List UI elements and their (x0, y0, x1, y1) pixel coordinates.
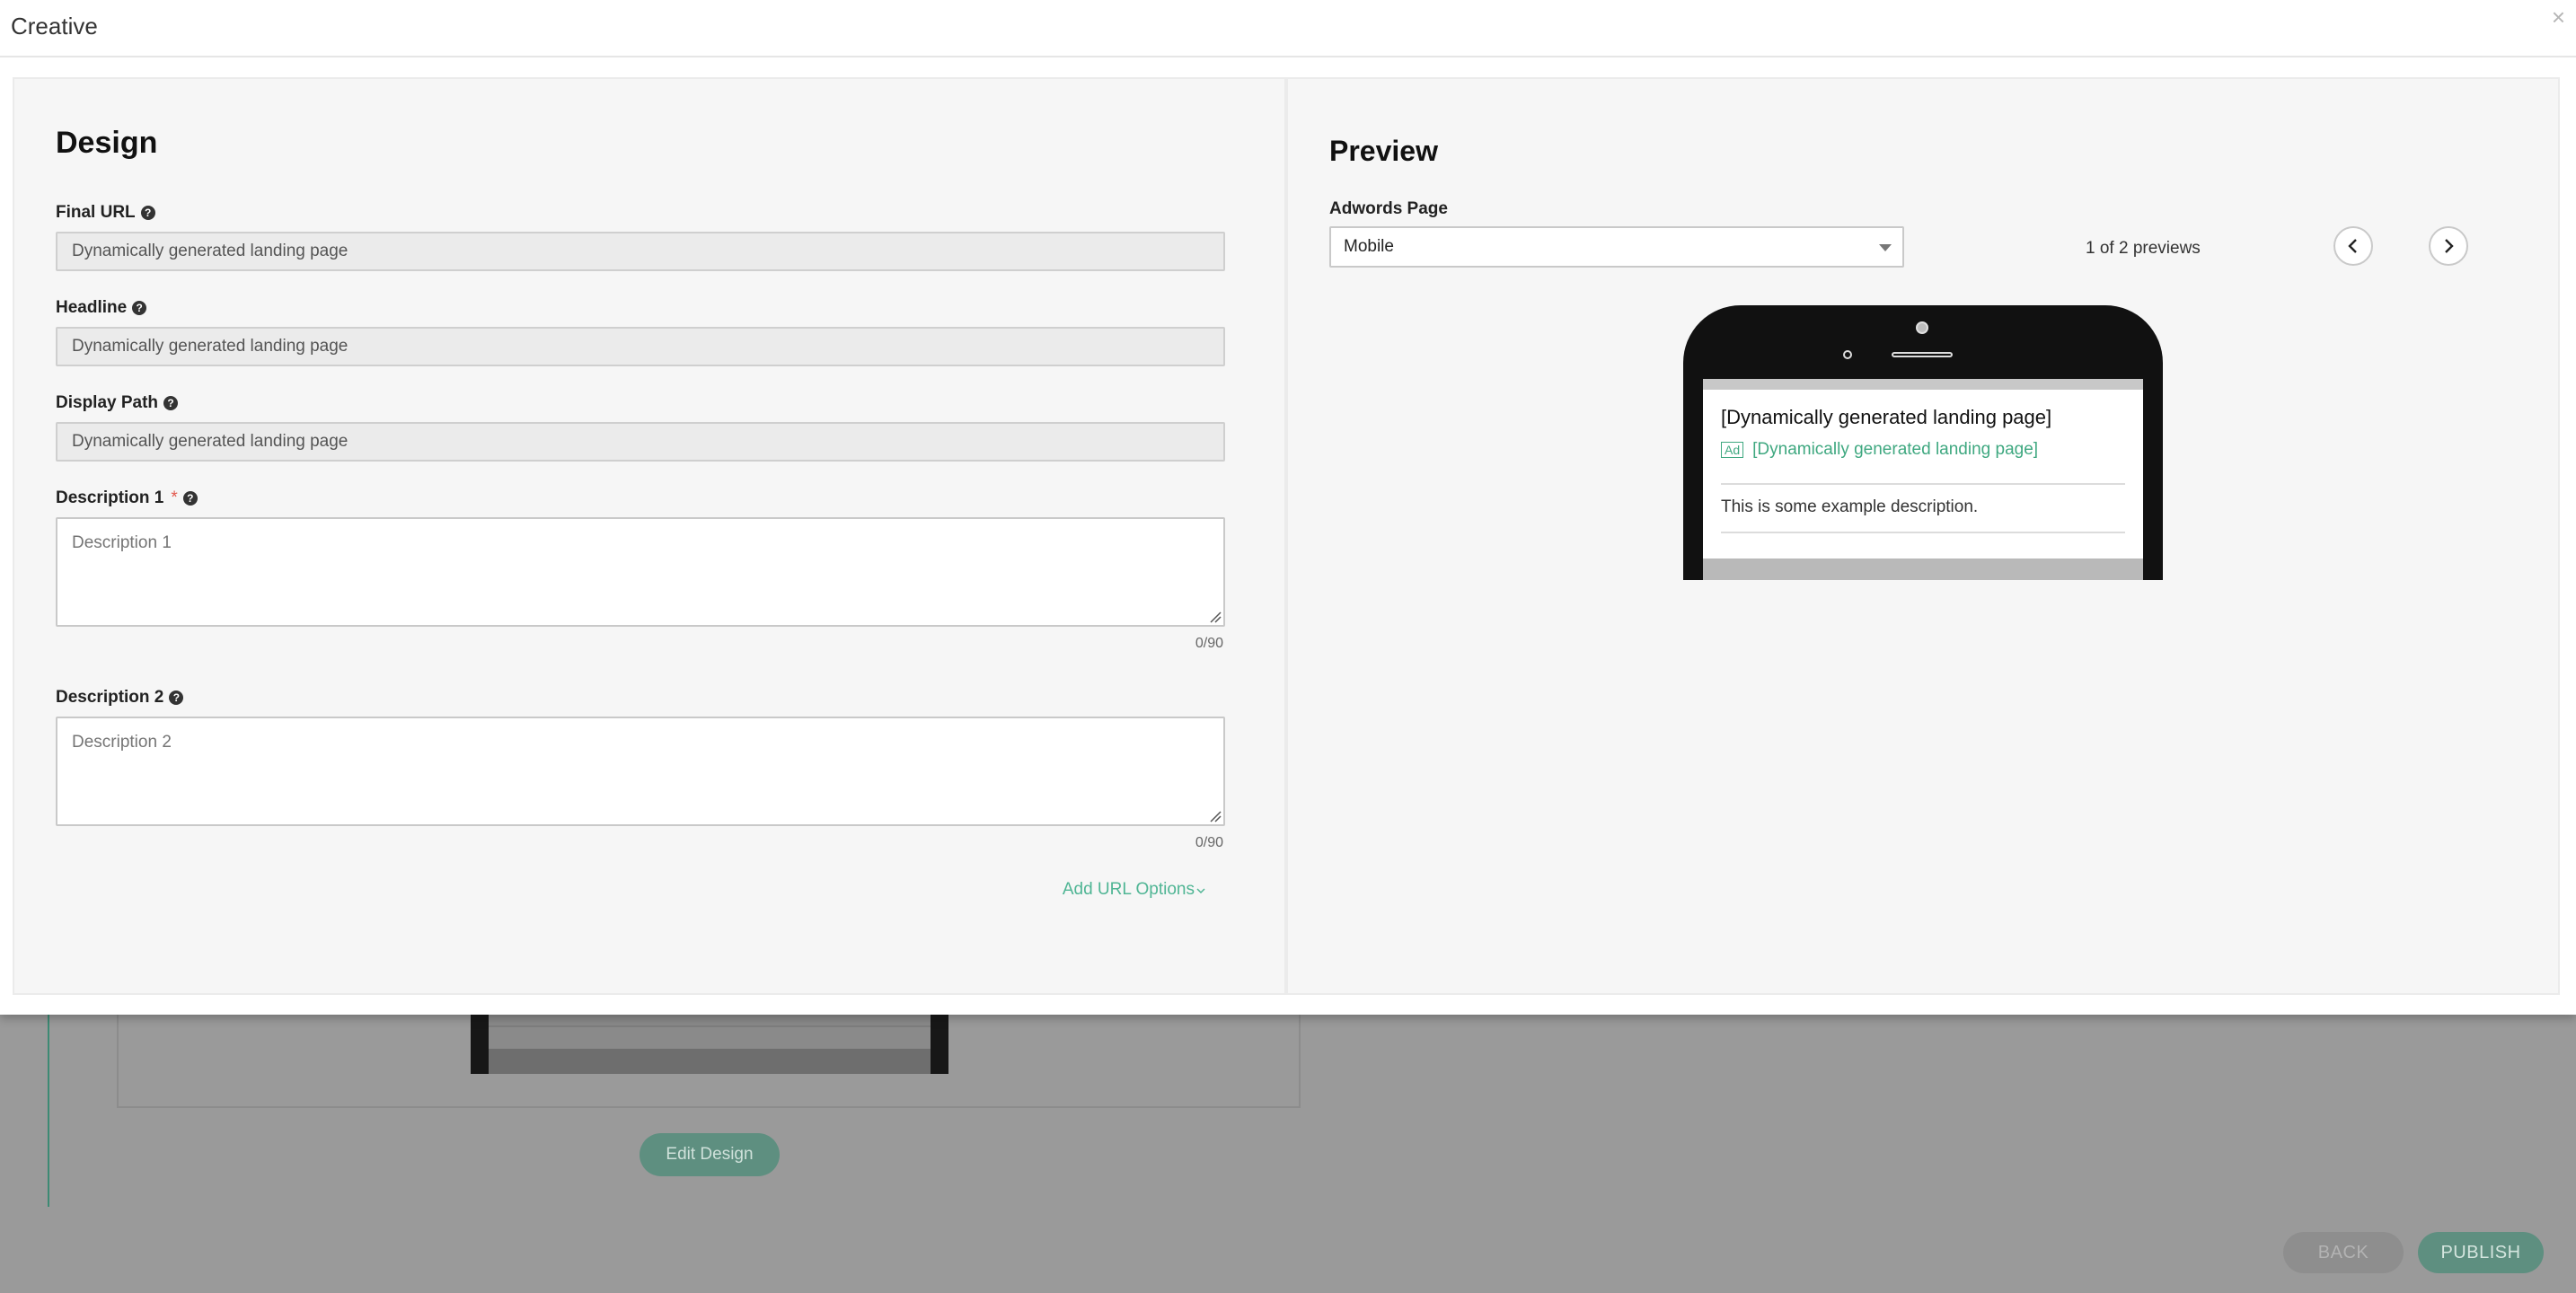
display-path-label: Display Path ? (56, 393, 179, 413)
screen-status-bar (1703, 379, 2143, 390)
back-button[interactable]: BACK (2283, 1232, 2404, 1273)
ad-description: This is some example description. (1721, 497, 1979, 516)
next-preview-button[interactable] (2429, 226, 2468, 266)
required-marker: * (171, 488, 178, 507)
description-1-textarea[interactable] (56, 517, 1225, 627)
description-2-counter: 0/90 (1195, 835, 1223, 850)
description-1-label: Description 1 * ? (56, 488, 198, 508)
question-circle-icon[interactable]: ? (169, 690, 184, 705)
description-2-label: Description 2 ? (56, 688, 184, 708)
mobile-phone-preview: [Dynamically generated landing page] Ad … (1683, 305, 2163, 580)
timeline-line (48, 1013, 49, 1207)
edit-design-button[interactable]: Edit Design (640, 1133, 780, 1176)
question-circle-icon[interactable]: ? (182, 491, 198, 506)
creative-modal: Creative × Design Final URL ? Headline ?… (0, 0, 2576, 1015)
question-circle-icon[interactable]: ? (140, 206, 155, 220)
description-2-textarea[interactable] (56, 717, 1225, 826)
add-url-options-link[interactable]: Add URL Options (1063, 880, 1205, 900)
previous-preview-button[interactable] (2333, 226, 2373, 266)
headline-input[interactable] (56, 327, 1225, 366)
phone-sensor (1843, 350, 1852, 359)
ad-badge: Ad (1721, 442, 1744, 458)
preview-panel: Preview Adwords Page Mobile 1 of 2 previ… (1286, 77, 2560, 995)
chevron-down-icon (1196, 888, 1205, 894)
modal-title: Creative (11, 13, 98, 40)
caret-down-icon (1879, 244, 1892, 251)
ad-headline: [Dynamically generated landing page] (1721, 406, 2052, 428)
resize-handle-icon[interactable] (1209, 611, 1222, 623)
adwords-page-label: Adwords Page (1329, 199, 1448, 218)
modal-header: Creative × (0, 0, 2576, 57)
headline-label: Headline ? (56, 298, 147, 318)
phone-camera (1916, 321, 1928, 334)
preview-heading: Preview (1329, 135, 1438, 167)
question-circle-icon[interactable]: ? (163, 396, 179, 410)
chevron-left-icon (2348, 239, 2357, 253)
ad-divider (1721, 483, 2125, 485)
phone-screen: [Dynamically generated landing page] Ad … (1703, 379, 2143, 580)
add-url-options-text: Add URL Options (1062, 880, 1195, 899)
display-path-label-text: Display Path (56, 393, 159, 412)
headline-label-text: Headline (56, 298, 128, 317)
background-phone-strip (489, 1049, 931, 1074)
description-2-label-text: Description 2 (56, 688, 164, 707)
background-phone-preview (471, 1013, 948, 1074)
screen-bottom-bar (1703, 559, 2143, 580)
design-panel: Design Final URL ? Headline ? Display Pa… (13, 77, 1286, 995)
description-1-label-text: Description 1 (56, 488, 164, 507)
ad-url-row: Ad [Dynamically generated landing page] (1721, 440, 2038, 460)
resize-handle-icon[interactable] (1209, 810, 1222, 822)
final-url-input[interactable] (56, 232, 1225, 271)
close-icon[interactable]: × (2552, 4, 2565, 31)
publish-button[interactable]: PUBLISH (2418, 1232, 2544, 1273)
preview-count: 1 of 2 previews (2086, 239, 2201, 258)
phone-speaker (1892, 352, 1953, 357)
question-circle-icon[interactable]: ? (132, 301, 147, 315)
description-1-counter: 0/90 (1195, 636, 1223, 651)
final-url-label: Final URL ? (56, 203, 155, 223)
ad-display-url: [Dynamically generated landing page] (1752, 440, 2039, 459)
final-url-label-text: Final URL (56, 203, 136, 222)
selected-option: Mobile (1344, 237, 1394, 256)
ad-divider (1721, 532, 2125, 533)
display-path-input[interactable] (56, 422, 1225, 462)
chevron-right-icon (2445, 239, 2454, 253)
design-heading: Design (56, 126, 158, 160)
background-phone-line (489, 1025, 931, 1027)
adwords-page-select[interactable]: Mobile (1329, 226, 1904, 268)
